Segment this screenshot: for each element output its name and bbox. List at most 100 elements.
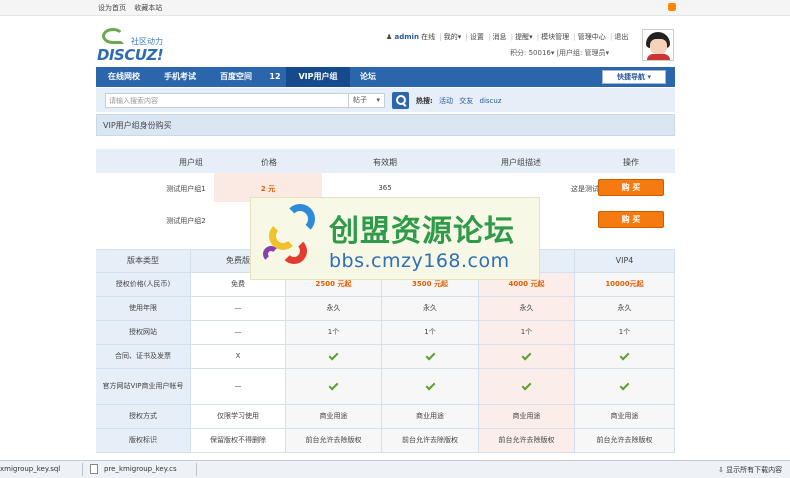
nav-item-baidu-space[interactable]: 百度空间 (208, 67, 264, 87)
chevron-down-icon: ▾ (550, 49, 555, 57)
messages-link[interactable]: 消息 (492, 33, 506, 41)
top-bar: 设为首页 收藏本站 (0, 0, 790, 16)
cell-value: 1个 (382, 321, 479, 344)
table-row: 授权网站 — 1个 1个 1个 1个 (96, 321, 675, 345)
set-home-link[interactable]: 设为首页 (98, 4, 126, 12)
download-item[interactable]: pre_kmigroup_key.cs (104, 465, 177, 473)
buy-button[interactable]: 购 买 (598, 211, 664, 228)
username-link[interactable]: admin (395, 33, 419, 41)
buy-button[interactable]: 购 买 (598, 179, 664, 196)
header-desc: 用户组描述 (501, 158, 541, 167)
quick-nav-button[interactable]: 快捷导航 ▾ (602, 70, 666, 84)
cell-value: 商业用途 (575, 405, 675, 428)
admin-center-link[interactable]: 管理中心 (578, 33, 606, 41)
row-label: 官方网站VIP商业用户帐号 (96, 369, 191, 404)
settings-link[interactable]: 设置 (470, 33, 484, 41)
user-bar: ♟ admin 在线 | 我的▾ | 设置 | 消息 | 提醒▾ | 模块管理 | 管理中心… (386, 33, 629, 41)
reminders-link[interactable]: 提醒 (515, 33, 529, 41)
credits-link[interactable]: 积分: 50016 (510, 49, 551, 57)
header-period: 有效期 (373, 158, 397, 167)
hot-search-label: 热搜: (416, 97, 433, 105)
check-icon (382, 369, 479, 404)
row-label: 合同、证书及发票 (96, 345, 191, 368)
check-icon (575, 345, 675, 368)
table-row: 使用年限 — 永久 永久 永久 永久 (96, 297, 675, 321)
check-icon (286, 369, 382, 404)
search-type-select[interactable]: 帖子 ▾ (349, 93, 385, 108)
cell-value: 1个 (286, 321, 382, 344)
check-icon (575, 369, 675, 404)
rss-icon[interactable] (668, 3, 676, 11)
group-name: 测试用户组2 (166, 217, 206, 225)
download-arrow-icon: ⇩ (718, 466, 724, 474)
nav-item-online-school[interactable]: 在线网校 (96, 67, 152, 87)
main-nav: 在线网校 手机考试 百度空间 12 VIP用户组 论坛 快捷导航 ▾ (96, 67, 675, 87)
cell-value: 保留版权不得删除 (191, 429, 286, 452)
cell-value: — (191, 321, 286, 344)
site-logo[interactable]: 社区动力 DISCUZ! (97, 22, 177, 64)
avatar[interactable] (642, 29, 674, 61)
group-period: 365 (378, 184, 392, 192)
header-version-type: 版本类型 (96, 250, 191, 272)
cell-value: 前台允许去除版权 (575, 429, 675, 452)
module-manage-link[interactable]: 模块管理 (541, 33, 569, 41)
cell-value: 前台允许去除版权 (479, 429, 575, 452)
download-item[interactable]: xmigroup_key.sql (0, 465, 60, 473)
check-icon (479, 369, 575, 404)
page-title-bar: VIP用户组身份购买 (96, 114, 675, 136)
search-input[interactable]: 请输入搜索内容 (105, 93, 349, 108)
logo-en-text: DISCUZ! (97, 46, 164, 64)
hot-word-link[interactable]: 交友 (459, 97, 473, 105)
check-icon (382, 345, 479, 368)
cell-value: 前台允许去除版权 (286, 429, 382, 452)
logout-link[interactable]: 退出 (614, 33, 628, 41)
cell-value: 永久 (286, 297, 382, 320)
row-label: 授权网站 (96, 321, 191, 344)
logo-leaf-icon (102, 28, 124, 44)
check-icon (286, 345, 382, 368)
nav-item-forum[interactable]: 论坛 (350, 67, 386, 87)
cell-value: 永久 (575, 297, 675, 320)
table-row: 官方网站VIP商业用户帐号 — (96, 369, 675, 405)
header-group: 用户组 (179, 158, 203, 167)
cell-value: 商业用途 (382, 405, 479, 428)
download-bar: xmigroup_key.sql pre_kmigroup_key.cs ⇩ 显… (0, 460, 790, 478)
hot-word-link[interactable]: discuz (480, 97, 502, 105)
row-label: 授权价格(人民币) (96, 273, 191, 296)
cell-value: 仅限学习使用 (191, 405, 286, 428)
page-title: VIP用户组身份购买 (103, 121, 172, 130)
table-row: 合同、证书及发票 X (96, 345, 675, 369)
chevron-down-icon: ▾ (457, 33, 462, 41)
user-group-link[interactable]: 用户组: 管理员 (559, 49, 606, 57)
header-action: 操作 (623, 158, 639, 167)
nav-item-12[interactable]: 12 (264, 67, 286, 87)
cell-value: X (191, 345, 286, 368)
hot-word-link[interactable]: 活动 (439, 97, 453, 105)
cell-value: 商业用途 (286, 405, 382, 428)
user-stats: 积分: 50016▾ |用户组: 管理员▾ (510, 49, 610, 57)
search-placeholder: 请输入搜索内容 (109, 97, 158, 105)
watermark-title: 创盟资源论坛 (329, 214, 515, 249)
user-icon: ♟ (386, 33, 393, 41)
my-link[interactable]: 我的 (444, 33, 458, 41)
hot-search: 热搜: 活动 交友 discuz (416, 96, 502, 106)
row-label: 授权方式 (96, 405, 191, 428)
watermark-banner: 创盟资源论坛 bbs.cmzy168.com (250, 197, 540, 280)
search-button[interactable] (392, 92, 409, 109)
online-status[interactable]: 在线 (421, 33, 435, 41)
show-all-downloads-link[interactable]: ⇩ 显示所有下载内容 (718, 465, 782, 475)
row-label: 使用年限 (96, 297, 191, 320)
cell-value: — (191, 369, 286, 404)
chevron-down-icon: ▾ (529, 33, 533, 41)
file-icon (90, 464, 98, 474)
table-row: 授权方式 仅限学习使用 商业用途 商业用途 商业用途 商业用途 (96, 405, 675, 429)
check-icon (479, 345, 575, 368)
header-vip4: VIP4 (575, 250, 675, 272)
nav-item-vip-group[interactable]: VIP用户组 (286, 67, 350, 87)
cell-value: 商业用途 (479, 405, 575, 428)
group-name: 测试用户组1 (166, 185, 206, 193)
bookmark-link[interactable]: 收藏本站 (134, 4, 162, 12)
nav-item-mobile-exam[interactable]: 手机考试 (152, 67, 208, 87)
search-bar: 请输入搜索内容 帖子 ▾ 热搜: 活动 交友 discuz (96, 88, 675, 112)
price-value: 10000元起 (575, 273, 675, 296)
